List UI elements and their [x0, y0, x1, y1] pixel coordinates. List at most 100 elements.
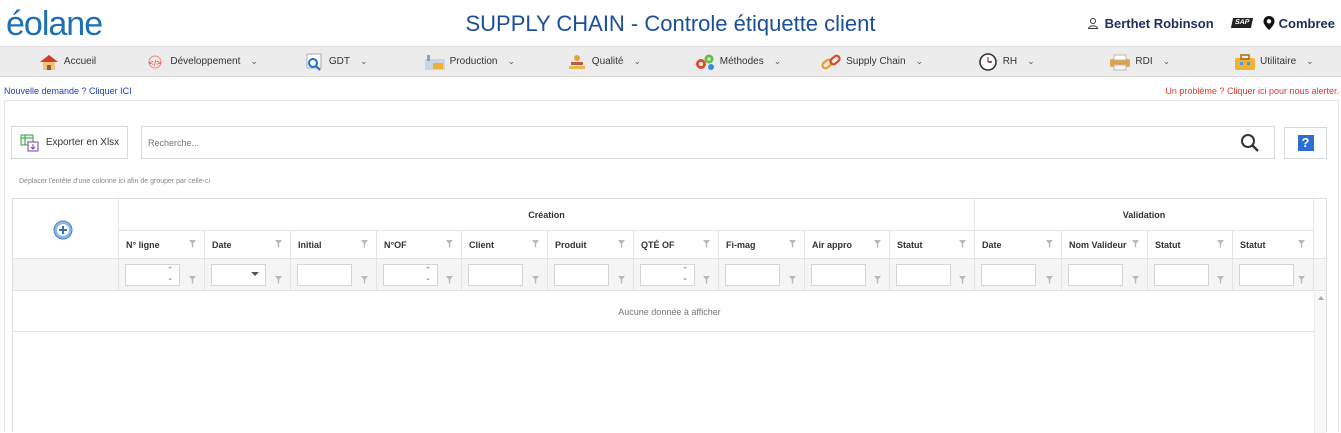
column-header[interactable]: Date — [975, 231, 1062, 258]
column-header[interactable]: Statut — [890, 231, 975, 258]
filter-operator-icon[interactable] — [703, 271, 710, 284]
filter-input[interactable] — [896, 264, 951, 286]
column-header[interactable]: Nom Valideur — [1062, 231, 1148, 258]
app-header: éolane SUPPLY CHAIN - Controle étiquette… — [0, 0, 1341, 46]
column-header-label: Produit — [555, 239, 587, 250]
column-header[interactable]: Fi-mag — [719, 231, 805, 258]
filter-operator-icon[interactable] — [789, 271, 796, 284]
filter-icon[interactable] — [1298, 240, 1305, 248]
filter-operator-icon[interactable] — [959, 271, 966, 284]
filter-input[interactable] — [725, 264, 780, 286]
column-header[interactable]: N°OF — [377, 231, 462, 258]
filter-icon[interactable] — [532, 240, 539, 248]
dropdown-arrow-icon[interactable] — [251, 272, 259, 276]
search-icon[interactable] — [1240, 133, 1260, 153]
filter-icon[interactable] — [703, 240, 710, 248]
spin-buttons-icon[interactable]: ⌃ ⌄ — [167, 267, 173, 283]
filter-operator-icon[interactable] — [1217, 271, 1224, 284]
filter-operator-icon[interactable] — [1046, 271, 1053, 284]
column-header[interactable]: Statut — [1148, 231, 1233, 258]
nav-rdi[interactable]: RDI ⌄ — [1073, 47, 1207, 76]
command-column-header — [13, 199, 119, 240]
filter-icon[interactable] — [446, 240, 453, 248]
filter-input[interactable]: ⌃ ⌄ — [125, 264, 180, 286]
filter-input[interactable] — [468, 264, 523, 286]
column-header[interactable]: N° ligne — [119, 231, 205, 258]
group-panel-hint[interactable]: Déplacer l'entête d'une colonne ici afin… — [19, 178, 210, 185]
filter-input[interactable] — [1068, 264, 1123, 286]
filter-cell — [1233, 259, 1314, 290]
filter-input[interactable] — [811, 264, 866, 286]
nav-rh[interactable]: RH ⌄ — [939, 47, 1073, 76]
help-button[interactable]: ? — [1284, 127, 1327, 159]
chevron-down-icon: ⌄ — [1306, 56, 1314, 66]
column-header[interactable]: QTÉ OF — [634, 231, 719, 258]
filter-operator-icon[interactable] — [1132, 271, 1139, 284]
nav-label: Production — [449, 56, 498, 67]
filter-icon[interactable] — [618, 240, 625, 248]
filter-cell — [719, 259, 805, 290]
vertical-scrollbar[interactable] — [1314, 292, 1326, 433]
filter-icon[interactable] — [874, 240, 881, 248]
column-header[interactable]: Air appro — [805, 231, 890, 258]
search-input[interactable] — [142, 127, 1222, 158]
column-header[interactable]: Date — [205, 231, 291, 258]
filter-input[interactable] — [297, 264, 352, 286]
spin-buttons-icon[interactable]: ⌃ ⌄ — [425, 267, 431, 283]
site-name[interactable]: Combree — [1279, 16, 1335, 31]
filter-icon[interactable] — [1046, 240, 1053, 248]
filter-cell — [462, 259, 548, 290]
filter-cell: ⌃ ⌄ — [119, 259, 205, 290]
filter-operator-icon[interactable] — [1298, 271, 1305, 284]
spin-buttons-icon[interactable]: ⌃ ⌄ — [682, 267, 688, 283]
search-bar — [141, 126, 1275, 159]
filter-operator-icon[interactable] — [189, 271, 196, 284]
filter-icon[interactable] — [1217, 240, 1224, 248]
new-request-link[interactable]: Nouvelle demande ? Cliquer ICI — [4, 86, 132, 96]
filter-operator-icon[interactable] — [446, 271, 453, 284]
filter-input[interactable]: ⌃ ⌄ — [640, 264, 695, 286]
user-name[interactable]: Berthet Robinson — [1105, 16, 1214, 31]
column-header[interactable]: Produit — [548, 231, 634, 258]
filter-operator-icon[interactable] — [532, 271, 539, 284]
band-validation: Validation — [975, 199, 1314, 231]
filter-input[interactable] — [981, 264, 1036, 286]
location-pin-icon — [1263, 16, 1275, 30]
filter-icon[interactable] — [789, 240, 796, 248]
column-header[interactable]: Statut — [1233, 231, 1314, 258]
filter-input[interactable]: ⌃ ⌄ — [383, 264, 438, 286]
nav-production[interactable]: Production ⌄ — [402, 47, 536, 76]
column-header-label: Statut — [1155, 239, 1181, 250]
nav-developpement[interactable]: </> Développement ⌄ — [134, 47, 268, 76]
nav-methodes[interactable]: Méthodes ⌄ — [670, 47, 804, 76]
filter-operator-icon[interactable] — [361, 271, 368, 284]
report-problem-link[interactable]: Un problème ? Cliquer ici pour nous aler… — [1165, 86, 1339, 96]
nav-utilitaire[interactable]: Utilitaire ⌄ — [1207, 47, 1341, 76]
filter-icon[interactable] — [189, 240, 196, 248]
filter-input[interactable] — [1154, 264, 1209, 286]
filter-icon[interactable] — [361, 240, 368, 248]
filter-icon[interactable] — [959, 240, 966, 248]
scroll-up-icon[interactable] — [1318, 296, 1324, 300]
nav-supply-chain[interactable]: Supply Chain ⌄ — [805, 47, 939, 76]
nav-gdt[interactable]: GDT ⌄ — [268, 47, 402, 76]
sap-icon[interactable]: SAP — [1230, 18, 1253, 28]
clock-icon — [977, 52, 999, 71]
column-header[interactable]: Client — [462, 231, 548, 258]
nav-label: Développement — [170, 56, 241, 67]
export-label: Exporter en Xlsx — [45, 137, 120, 148]
column-header[interactable]: Initial — [291, 231, 377, 258]
column-header-label: Date — [212, 239, 232, 250]
svg-text:</>: </> — [148, 59, 162, 67]
nav-accueil[interactable]: Accueil — [0, 47, 134, 76]
filter-operator-icon[interactable] — [874, 271, 881, 284]
filter-input[interactable] — [1239, 264, 1294, 286]
export-xlsx-button[interactable]: Exporter en Xlsx — [11, 126, 128, 159]
nav-qualite[interactable]: Qualité ⌄ — [536, 47, 670, 76]
filter-input[interactable] — [211, 264, 266, 286]
filter-icon[interactable] — [1132, 240, 1139, 248]
filter-operator-icon[interactable] — [275, 271, 282, 284]
filter-icon[interactable] — [275, 240, 282, 248]
filter-input[interactable] — [554, 264, 609, 286]
filter-operator-icon[interactable] — [618, 271, 625, 284]
